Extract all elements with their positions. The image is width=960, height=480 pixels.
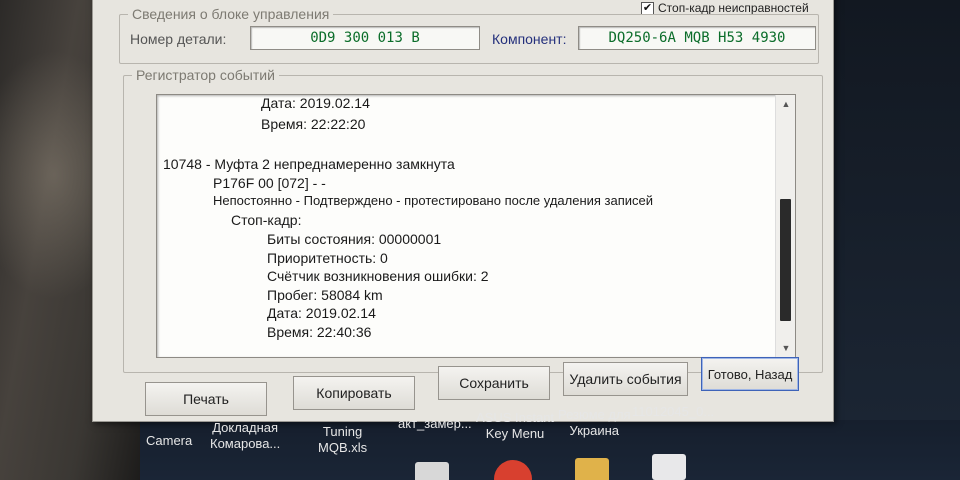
save-button[interactable]: Сохранить [438,366,550,400]
copy-button[interactable]: Копировать [293,376,415,410]
log-line: Биты состояния: 00000001 [267,231,442,247]
log-line: Время: 22:22:20 [261,116,366,132]
log-scrollbar[interactable]: ▲ ▼ [775,95,795,357]
event-log-title: Регистратор событий [132,67,279,83]
scroll-thumb[interactable] [780,199,791,321]
scroll-up-icon[interactable]: ▲ [776,95,795,113]
ecu-info-group: Сведения о блоке управления Номер детали… [119,6,819,64]
file-icon[interactable] [415,462,449,480]
log-line: Дата: 2019.02.14 [261,95,370,111]
done-back-button[interactable]: Готово, Назад [701,357,799,391]
print-button[interactable]: Печать [145,382,267,416]
ecu-info-title: Сведения о блоке управления [128,6,334,22]
scroll-down-icon[interactable]: ▼ [776,339,795,357]
log-line: Непостоянно - Подтверждено - протестиров… [213,193,654,208]
log-line: Время: 22:40:36 [267,324,372,340]
desktop-item-tuning[interactable]: Tuning MQB.xls [318,424,367,456]
delete-events-button[interactable]: Удалить события [563,362,688,396]
word-document-icon[interactable] [652,454,686,480]
event-log-group: Регистратор событий Дата: 2019.02.14 Вре… [123,67,823,373]
log-line: P176F 00 [072] - - [213,175,326,191]
log-line: Счётчик возникновения ошибки: 2 [267,268,489,284]
log-line: 10748 - Муфта 2 непреднамеренно замкнута [163,156,455,172]
freeze-frame-checkbox[interactable]: ✔ [641,1,654,15]
log-line: Приоритетность: 0 [267,250,388,266]
desktop-background [830,0,960,420]
desktop-item-act[interactable]: акт_замер... [398,416,472,432]
part-number-field: 0D9 300 013 B [250,26,480,50]
folder-icon[interactable] [575,458,609,480]
event-log-text-area[interactable]: Дата: 2019.02.14 Время: 22:22:20 10748 -… [156,94,796,358]
component-label: Компонент: [492,31,567,47]
browser-icon[interactable] [494,460,532,480]
desktop-item-report[interactable]: Докладная Комарова... [210,420,280,452]
ecu-event-log-window: ✔ Стоп-кадр неисправностей Сведения о бл… [92,0,834,422]
component-field: DQ250-6A MQB H53 4930 [578,26,816,50]
freeze-frame-option[interactable]: ✔ Стоп-кадр неисправностей [641,1,809,15]
desktop-item-asus[interactable]: ASUS Instant Key Menu [476,410,554,442]
desktop-item-camera[interactable]: Camera [146,433,192,449]
desktop-item-file[interactable]: 11012045_0... [632,404,714,420]
log-line: Стоп-кадр: [231,212,302,228]
log-line: Пробег: 58084 km [267,287,383,303]
desktop-item-resume[interactable]: Резюме для Украина [558,407,631,439]
log-line: Дата: 2019.02.14 [267,305,376,321]
part-number-label: Номер детали: [130,31,227,47]
freeze-frame-label: Стоп-кадр неисправностей [658,1,809,15]
